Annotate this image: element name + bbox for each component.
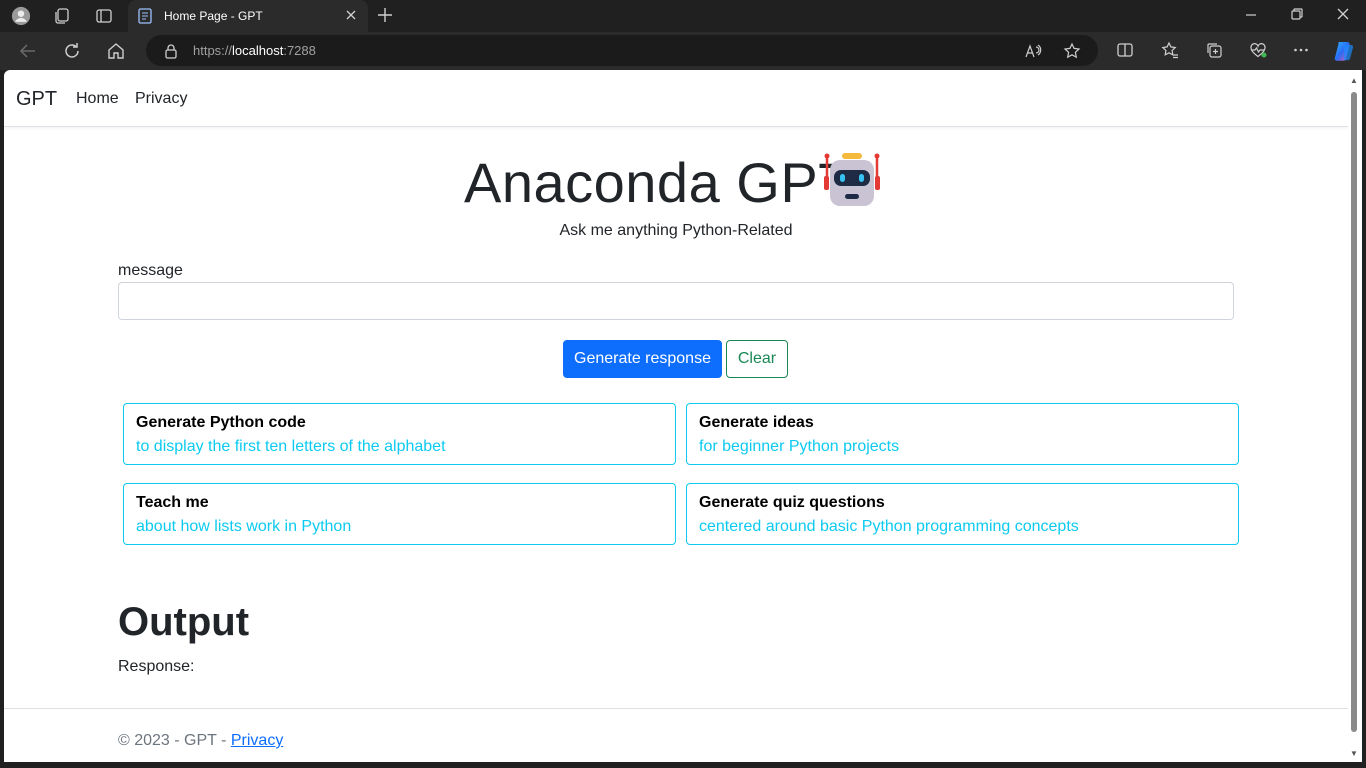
refresh-icon[interactable] bbox=[62, 41, 82, 61]
page-footer: © 2023 - GPT - Privacy bbox=[4, 708, 1348, 762]
card-subtitle: to display the first ten letters of the … bbox=[136, 438, 446, 455]
site-navbar: GPT Home Privacy bbox=[4, 70, 1348, 127]
card-subtitle: for beginner Python projects bbox=[699, 438, 900, 455]
workspaces-icon[interactable] bbox=[52, 6, 72, 26]
scroll-up-icon[interactable]: ▲ bbox=[1350, 76, 1358, 85]
nav-link-home[interactable]: Home bbox=[76, 90, 119, 108]
page-subtitle: Ask me anything Python-Related bbox=[559, 222, 793, 239]
scroll-down-icon[interactable]: ▼ bbox=[1350, 749, 1358, 758]
close-window-icon[interactable] bbox=[1335, 6, 1351, 27]
card-subtitle: about how lists work in Python bbox=[136, 518, 352, 535]
tab-actions-icon[interactable] bbox=[94, 6, 114, 26]
home-icon[interactable] bbox=[106, 41, 126, 61]
back-icon[interactable] bbox=[18, 41, 38, 61]
browser-tab-bar: Home Page - GPT bbox=[0, 0, 1366, 32]
browser-essentials-icon[interactable] bbox=[1249, 41, 1269, 61]
footer-text: © 2023 - GPT - Privacy bbox=[118, 732, 284, 749]
active-tab[interactable]: Home Page - GPT bbox=[128, 0, 368, 32]
card-title: Teach me bbox=[136, 494, 209, 511]
maximize-icon[interactable] bbox=[1289, 6, 1305, 27]
message-label: message bbox=[118, 262, 183, 279]
navbar-brand[interactable]: GPT bbox=[16, 88, 57, 111]
more-icon[interactable] bbox=[1292, 41, 1312, 61]
copilot-icon[interactable] bbox=[1332, 39, 1354, 61]
minimize-icon[interactable] bbox=[1243, 6, 1259, 27]
card-title: Generate Python code bbox=[136, 414, 306, 431]
footer-privacy-link[interactable]: Privacy bbox=[231, 732, 283, 749]
split-screen-icon[interactable] bbox=[1116, 41, 1136, 61]
address-bar[interactable]: https://localhost:7288 bbox=[146, 35, 1098, 66]
card-title: Generate ideas bbox=[699, 414, 814, 431]
collections-icon[interactable] bbox=[1205, 41, 1225, 61]
suggestion-card-ideas[interactable]: Generate ideas for beginner Python proje… bbox=[686, 403, 1239, 465]
page-scrollbar[interactable]: ▲ ▼ bbox=[1348, 70, 1362, 762]
suggestion-card-python-code[interactable]: Generate Python code to display the firs… bbox=[123, 403, 676, 465]
clear-button[interactable]: Clear bbox=[726, 340, 788, 378]
card-title: Generate quiz questions bbox=[699, 494, 885, 511]
page-title: Anaconda GPT bbox=[464, 151, 853, 214]
generate-response-button[interactable]: Generate response bbox=[563, 340, 722, 378]
robot-icon bbox=[824, 153, 880, 206]
window-bottom-edge bbox=[0, 762, 1366, 768]
response-label: Response: bbox=[118, 658, 195, 675]
suggestion-card-teach-me[interactable]: Teach me about how lists work in Python bbox=[123, 483, 676, 545]
scrollbar-thumb[interactable] bbox=[1351, 92, 1357, 732]
favorite-icon[interactable] bbox=[1063, 42, 1081, 65]
url-text: https://localhost:7288 bbox=[193, 43, 316, 58]
new-tab-icon[interactable] bbox=[376, 6, 394, 29]
output-heading: Output bbox=[118, 600, 250, 644]
favorites-icon[interactable] bbox=[1161, 41, 1181, 61]
tab-title: Home Page - GPT bbox=[164, 9, 263, 23]
read-aloud-icon[interactable] bbox=[1024, 42, 1042, 65]
lock-icon[interactable] bbox=[164, 43, 178, 64]
close-icon[interactable] bbox=[344, 8, 358, 25]
card-subtitle: centered around basic Python programming… bbox=[699, 518, 1079, 535]
suggestion-card-quiz[interactable]: Generate quiz questions centered around … bbox=[686, 483, 1239, 545]
page-favicon bbox=[138, 8, 152, 24]
address-toolbar: https://localhost:7288 bbox=[0, 32, 1366, 70]
page-viewport: GPT Home Privacy Anaconda GPT Ask me any… bbox=[4, 70, 1348, 762]
message-input[interactable] bbox=[118, 282, 1234, 320]
nav-link-privacy[interactable]: Privacy bbox=[135, 90, 187, 108]
profile-icon[interactable] bbox=[11, 6, 31, 26]
